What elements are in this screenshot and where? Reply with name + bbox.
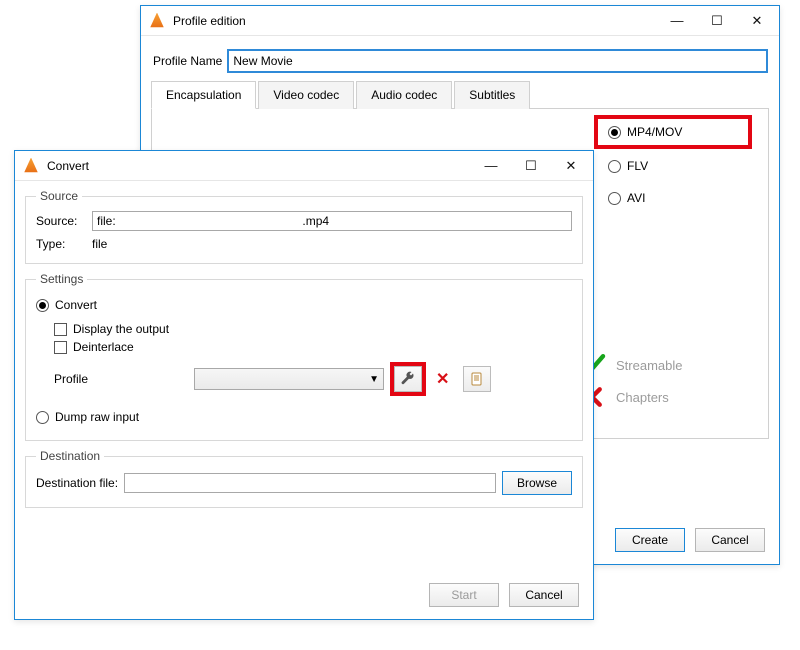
profile-name-label: Profile Name <box>153 54 222 68</box>
wrench-icon <box>400 371 416 387</box>
deinterlace-label: Deinterlace <box>73 340 134 354</box>
dump-raw-radio[interactable]: Dump raw input <box>36 410 572 424</box>
maximize-button[interactable]: ☐ <box>697 7 737 35</box>
destination-group: Destination Destination file: Browse <box>25 449 583 508</box>
delete-profile-button[interactable]: ✕ <box>432 369 453 389</box>
display-output-label: Display the output <box>73 322 169 336</box>
destination-legend: Destination <box>36 449 104 463</box>
profile-cancel-button[interactable]: Cancel <box>695 528 765 552</box>
display-output-checkbox[interactable]: Display the output <box>54 322 572 336</box>
convert-radio-label: Convert <box>55 298 97 312</box>
profile-label: Profile <box>54 372 184 386</box>
source-legend: Source <box>36 189 82 203</box>
radio-icon <box>608 160 621 173</box>
settings-legend: Settings <box>36 272 87 286</box>
deinterlace-checkbox[interactable]: Deinterlace <box>54 340 572 354</box>
minimize-button[interactable]: — <box>657 7 697 35</box>
tab-audio-codec[interactable]: Audio codec <box>356 81 452 109</box>
start-button[interactable]: Start <box>429 583 499 607</box>
edit-profile-button[interactable] <box>394 366 422 392</box>
destination-label: Destination file: <box>36 476 118 490</box>
checkbox-icon <box>54 323 67 336</box>
profile-tabs: Encapsulation Video codec Audio codec Su… <box>151 80 769 109</box>
source-input[interactable] <box>92 211 572 231</box>
convert-titlebar[interactable]: Convert — ☐ ✕ <box>15 151 593 181</box>
convert-radio[interactable]: Convert <box>36 298 572 312</box>
profile-name-input[interactable] <box>228 50 767 72</box>
vlc-cone-icon <box>149 13 165 29</box>
vlc-cone-icon <box>23 158 39 174</box>
checkbox-icon <box>54 341 67 354</box>
maximize-button[interactable]: ☐ <box>511 152 551 180</box>
format-mp4mov-label: MP4/MOV <box>627 125 682 139</box>
create-button[interactable]: Create <box>615 528 685 552</box>
convert-window-title: Convert <box>47 159 89 173</box>
tab-subtitles[interactable]: Subtitles <box>454 81 530 109</box>
convert-cancel-button[interactable]: Cancel <box>509 583 579 607</box>
radio-icon <box>36 411 49 424</box>
format-mp4mov-radio[interactable]: MP4/MOV <box>598 119 748 145</box>
feature-streamable: Streamable <box>578 354 748 376</box>
minimize-button[interactable]: — <box>471 152 511 180</box>
type-label: Type: <box>36 237 86 251</box>
destination-input[interactable] <box>124 473 496 493</box>
feature-streamable-label: Streamable <box>616 358 682 373</box>
format-flv-label: FLV <box>627 159 648 173</box>
profile-titlebar[interactable]: Profile edition — ☐ ✕ <box>141 6 779 36</box>
feature-chapters: Chapters <box>578 386 748 408</box>
new-profile-button[interactable] <box>463 366 491 392</box>
format-avi-radio[interactable]: AVI <box>598 187 748 209</box>
source-group: Source Source: Type: file <box>25 189 583 264</box>
convert-window: Convert — ☐ ✕ Source Source: Type: file … <box>14 150 594 620</box>
format-flv-radio[interactable]: FLV <box>598 155 748 177</box>
feature-chapters-label: Chapters <box>616 390 669 405</box>
type-value: file <box>92 237 107 251</box>
radio-icon <box>608 126 621 139</box>
profile-dropdown[interactable]: ▼ <box>194 368 384 390</box>
document-icon <box>469 371 485 387</box>
format-avi-label: AVI <box>627 191 645 205</box>
radio-icon <box>608 192 621 205</box>
profile-window-title: Profile edition <box>173 14 246 28</box>
close-button[interactable]: ✕ <box>551 152 591 180</box>
chevron-down-icon: ▼ <box>369 374 379 385</box>
tab-encapsulation[interactable]: Encapsulation <box>151 81 256 109</box>
tab-video-codec[interactable]: Video codec <box>258 81 354 109</box>
settings-group: Settings Convert Display the output Dein… <box>25 272 583 441</box>
radio-icon <box>36 299 49 312</box>
close-button[interactable]: ✕ <box>737 7 777 35</box>
dump-raw-label: Dump raw input <box>55 410 139 424</box>
source-label: Source: <box>36 214 86 228</box>
browse-button[interactable]: Browse <box>502 471 572 495</box>
